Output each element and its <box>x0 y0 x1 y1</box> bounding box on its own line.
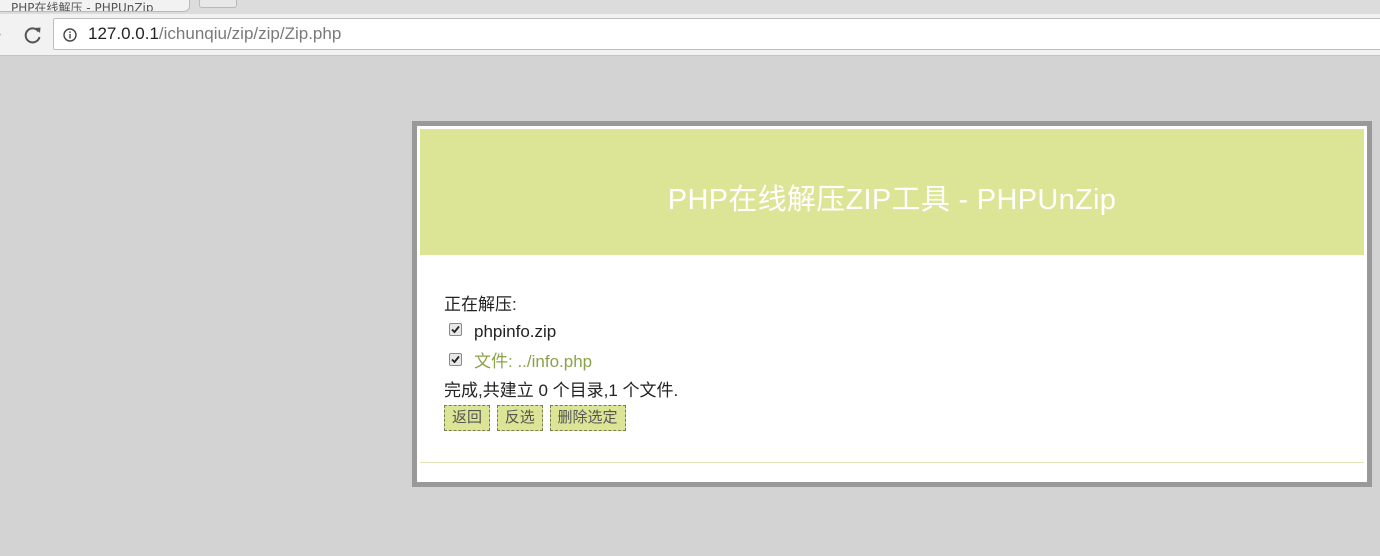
info-icon[interactable] <box>63 27 77 42</box>
extracted-file-link[interactable]: 文件: ../info.php <box>474 352 592 371</box>
action-buttons: 返回 反选 删除选定 <box>444 405 1344 433</box>
tab-title: PHP在线解压 - PHPUnZip <box>11 1 154 12</box>
back-button[interactable]: 返回 <box>444 405 491 431</box>
delete-selected-button[interactable]: 删除选定 <box>549 405 626 431</box>
file-checkbox[interactable] <box>449 353 462 367</box>
status-label: 正在解压: <box>444 295 517 314</box>
file-name: phpinfo.zip <box>474 322 557 341</box>
file-list-item: phpinfo.zip <box>444 317 1344 347</box>
summary-text: 完成,共建立 0 个目录,1 个文件. <box>444 381 679 400</box>
unzip-panel: PHP在线解压ZIP工具 - PHPUnZip 正在解压: phpinfo.zi… <box>412 121 1372 487</box>
url-path: /ichunqiu/zip/zip/Zip.php <box>158 24 342 43</box>
tab-strip: PHP在线解压 - PHPUnZip <box>0 0 1380 14</box>
forward-icon[interactable]: › <box>0 24 10 44</box>
browser-toolbar: › 127.0.0.1/ichunqiu/zip/zip/Zip.php <box>0 14 1380 56</box>
panel-body: 正在解压: phpinfo.zip 文件: ../info.php 完成,共建立… <box>444 293 1344 433</box>
reload-icon[interactable] <box>22 24 44 46</box>
browser-tab[interactable]: PHP在线解压 - PHPUnZip <box>0 0 190 12</box>
page-title: PHP在线解压ZIP工具 - PHPUnZip <box>667 184 1117 216</box>
file-checkbox[interactable] <box>449 323 462 337</box>
url-host: 127.0.0.1 <box>88 24 159 43</box>
url-text[interactable]: 127.0.0.1/ichunqiu/zip/zip/Zip.php <box>88 24 341 44</box>
address-bar[interactable]: 127.0.0.1/ichunqiu/zip/zip/Zip.php <box>53 18 1380 50</box>
new-tab-button[interactable] <box>199 0 237 8</box>
panel-header: PHP在线解压ZIP工具 - PHPUnZip <box>420 129 1364 255</box>
invert-selection-button[interactable]: 反选 <box>496 405 543 431</box>
file-list-item: 文件: ../info.php <box>444 347 1344 377</box>
divider <box>420 462 1364 463</box>
